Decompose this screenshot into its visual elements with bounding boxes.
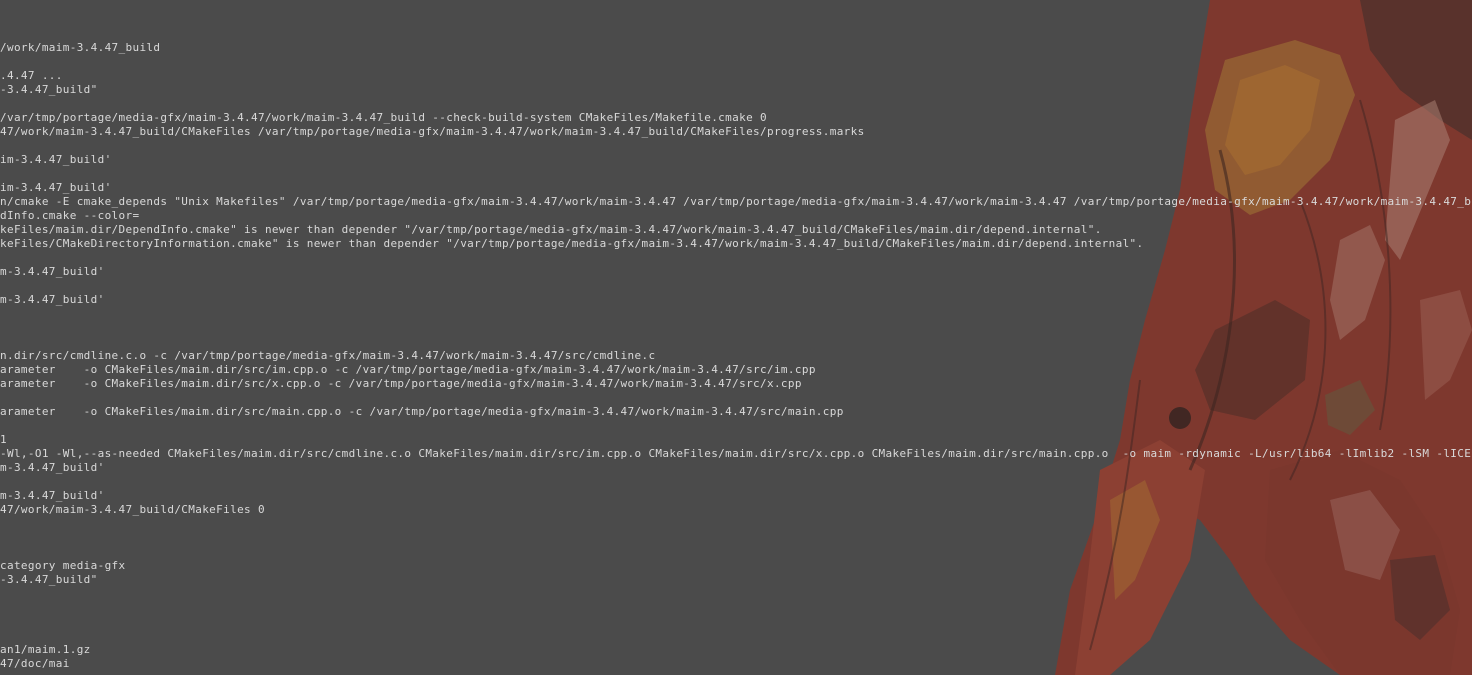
terminal-line: arameter -o CMakeFiles/maim.dir/src/x.cp… (0, 377, 802, 390)
terminal-line: /work/maim-3.4.47_build (0, 41, 161, 54)
terminal-line: 47/work/maim-3.4.47_build/CMakeFiles /va… (0, 125, 865, 138)
terminal-line: 47/doc/mai (0, 657, 70, 670)
terminal-line: /var/tmp/portage/media-gfx/maim-3.4.47/w… (0, 111, 767, 124)
terminal-line: arameter -o CMakeFiles/maim.dir/src/im.c… (0, 363, 816, 376)
terminal-line: an1/maim.1.gz (0, 643, 91, 656)
terminal-line: m-3.4.47_build' (0, 265, 105, 278)
terminal-line: dInfo.cmake --color= (0, 209, 140, 222)
terminal-line: arameter -o CMakeFiles/maim.dir/src/main… (0, 405, 844, 418)
terminal-line: m-3.4.47_build' (0, 293, 105, 306)
terminal-line: .4.47 ... (0, 69, 63, 82)
terminal-line: keFiles/maim.dir/DependInfo.cmake" is ne… (0, 223, 1102, 236)
terminal-line: category media-gfx (0, 559, 126, 572)
terminal-line: n.dir/src/cmdline.c.o -c /var/tmp/portag… (0, 349, 656, 362)
terminal-line: im-3.4.47_build' (0, 181, 112, 194)
terminal-line: keFiles/CMakeDirectoryInformation.cmake"… (0, 237, 1144, 250)
terminal-line: -3.4.47_build" (0, 83, 98, 96)
terminal-line: m-3.4.47_build' (0, 461, 105, 474)
terminal-line: -Wl,-O1 -Wl,--as-needed CMakeFiles/maim.… (0, 447, 1472, 460)
terminal-line: n/cmake -E cmake_depends "Unix Makefiles… (0, 195, 1472, 208)
terminal-output: /work/maim-3.4.47_build .4.47 ... -3.4.4… (0, 41, 1472, 671)
terminal-line: im-3.4.47_build' (0, 153, 112, 166)
terminal-line: 47/work/maim-3.4.47_build/CMakeFiles 0 (0, 503, 265, 516)
terminal-line: 1 (0, 433, 7, 446)
terminal-window[interactable]: /work/maim-3.4.47_build .4.47 ... -3.4.4… (0, 0, 1472, 675)
terminal-line: m-3.4.47_build' (0, 489, 105, 502)
terminal-line: -3.4.47_build" (0, 573, 98, 586)
